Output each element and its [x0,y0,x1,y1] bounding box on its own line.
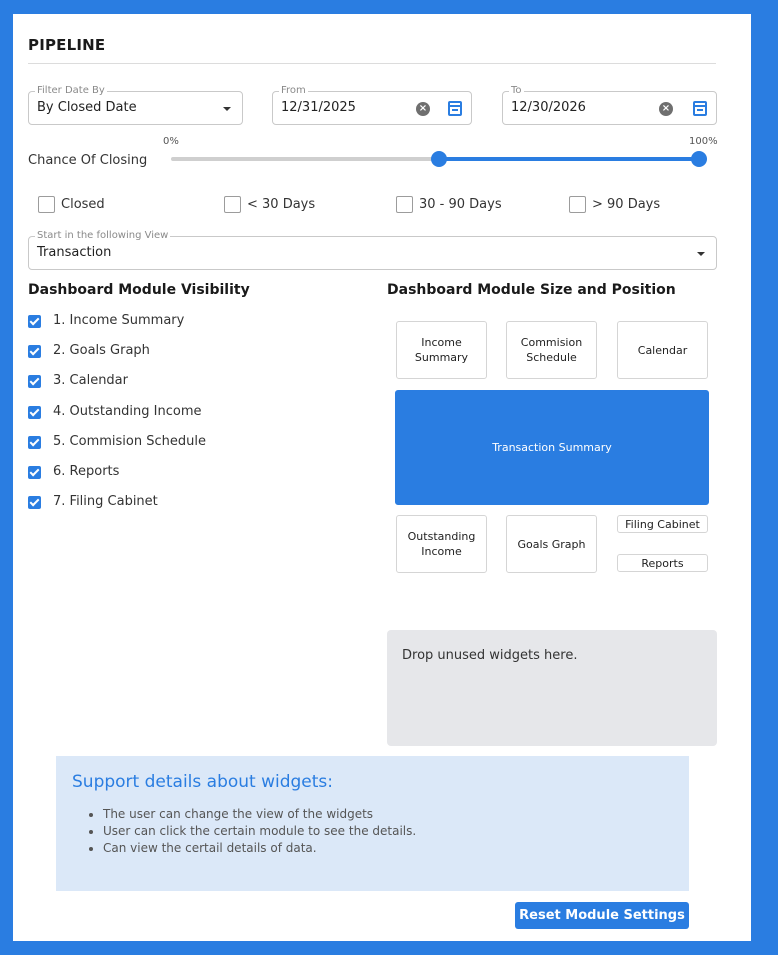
visibility-item-label: 1. Income Summary [53,313,185,328]
visibility-item[interactable]: 5. Commision Schedule [28,433,328,453]
checkbox[interactable] [38,196,55,213]
status-filter-label: < 30 Days [247,197,316,212]
from-date-value: 12/31/2025 [281,100,356,115]
slider-thumb-low[interactable] [431,151,447,167]
dropzone-text: Drop unused widgets here. [402,648,578,663]
start-view-select[interactable]: Start in the following View Transaction [28,230,717,270]
calendar-icon[interactable] [448,101,462,116]
status-filter-label: > 90 Days [592,197,661,212]
widget-transaction-summary[interactable]: Transaction Summary [395,390,709,505]
status-filter-label: 30 - 90 Days [419,197,502,212]
slider-range-fill [439,157,699,161]
checkbox[interactable] [28,466,41,479]
status-filter-over-90[interactable]: > 90 Days [569,196,689,216]
filter-date-by-value: By Closed Date [37,100,137,115]
visibility-item[interactable]: 2. Goals Graph [28,342,328,362]
from-date-field[interactable]: From 12/31/2025 × [272,85,472,125]
visibility-item[interactable]: 7. Filing Cabinet [28,493,328,513]
unused-widgets-dropzone[interactable]: Drop unused widgets here. [387,630,717,746]
visibility-item-label: 3. Calendar [53,373,128,388]
support-details-box: Support details about widgets: The user … [56,756,689,891]
support-list: The user can change the view of the widg… [103,806,416,857]
widget-commision-schedule[interactable]: Commision Schedule [506,321,597,379]
start-view-legend: Start in the following View [35,230,171,242]
widget-reports[interactable]: Reports [617,554,708,572]
checkbox[interactable] [28,345,41,358]
widget-outstanding-income[interactable]: Outstanding Income [396,515,487,573]
reset-module-settings-button[interactable]: Reset Module Settings [515,902,689,929]
visibility-heading: Dashboard Module Visibility [28,282,250,298]
visibility-item-label: 6. Reports [53,464,120,479]
page-title: PIPELINE [28,36,106,54]
checkbox[interactable] [28,496,41,509]
checkbox[interactable] [28,315,41,328]
visibility-item-label: 4. Outstanding Income [53,404,202,419]
visibility-item[interactable]: 4. Outstanding Income [28,403,328,423]
status-filter-label: Closed [61,197,105,212]
widget-income-summary[interactable]: Income Summary [396,321,487,379]
filter-date-by-select[interactable]: Filter Date By By Closed Date [28,85,243,125]
slider-thumb-high[interactable] [691,151,707,167]
support-item: Can view the certail details of data. [103,840,416,857]
clear-icon[interactable]: × [659,102,673,116]
checkbox[interactable] [224,196,241,213]
to-date-value: 12/30/2026 [511,100,586,115]
chance-of-closing-label: Chance Of Closing [28,153,148,168]
clear-icon[interactable]: × [416,102,430,116]
support-title: Support details about widgets: [72,772,334,792]
to-date-field[interactable]: To 12/30/2026 × [502,85,717,125]
visibility-item-label: 2. Goals Graph [53,343,150,358]
checkbox[interactable] [569,196,586,213]
visibility-item-label: 7. Filing Cabinet [53,494,158,509]
title-divider [28,63,716,64]
layout-heading: Dashboard Module Size and Position [387,282,676,298]
chevron-down-icon [697,252,705,256]
checkbox[interactable] [28,406,41,419]
chevron-down-icon [223,107,231,111]
visibility-item[interactable]: 6. Reports [28,463,328,483]
chance-of-closing-slider[interactable] [171,151,707,167]
widget-filing-cabinet[interactable]: Filing Cabinet [617,515,708,533]
support-item: User can click the certain module to see… [103,823,416,840]
checkbox[interactable] [28,436,41,449]
pipeline-settings-panel: PIPELINE Filter Date By By Closed Date F… [13,14,751,941]
visibility-item[interactable]: 3. Calendar [28,372,328,392]
filter-date-by-legend: Filter Date By [35,85,107,97]
status-filter-30-90[interactable]: 30 - 90 Days [396,196,536,216]
visibility-item-label: 5. Commision Schedule [53,434,206,449]
widget-calendar[interactable]: Calendar [617,321,708,379]
calendar-icon[interactable] [693,101,707,116]
slider-min-label: 0% [163,136,179,147]
start-view-value: Transaction [37,245,112,260]
checkbox[interactable] [396,196,413,213]
visibility-item[interactable]: 1. Income Summary [28,312,328,332]
widget-goals-graph[interactable]: Goals Graph [506,515,597,573]
support-item: The user can change the view of the widg… [103,806,416,823]
checkbox[interactable] [28,375,41,388]
to-date-legend: To [509,85,524,97]
status-filter-closed[interactable]: Closed [38,196,158,216]
status-filter-under-30[interactable]: < 30 Days [224,196,344,216]
slider-max-label: 100% [689,136,718,147]
from-date-legend: From [279,85,308,97]
